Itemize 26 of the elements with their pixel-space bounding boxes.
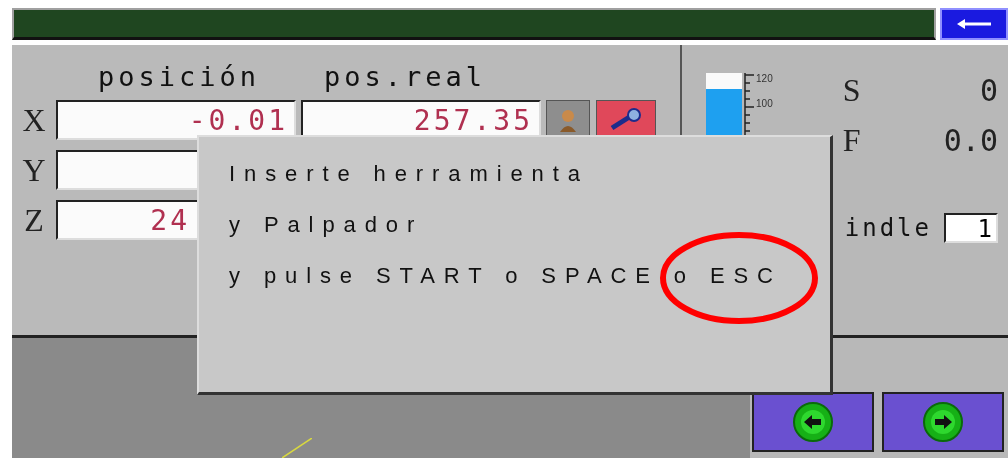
toolpath-line: [282, 438, 312, 458]
dialog-message: y pulse START o SPACE o ESC: [229, 263, 782, 289]
readout-label: F: [842, 121, 861, 159]
axis-label: Z: [23, 201, 45, 239]
spindle-label: indle: [844, 214, 932, 242]
left-arrow-icon: [957, 18, 991, 30]
readout-label: S: [842, 71, 861, 109]
axis-label: X: [21, 101, 47, 139]
axis-label: Y: [21, 151, 47, 189]
readout-value: 0: [979, 72, 998, 108]
wrench-icon: [609, 108, 643, 132]
position-value: -0.01: [188, 103, 288, 137]
person-icon: [557, 108, 579, 132]
previous-button[interactable]: [752, 392, 874, 452]
next-button[interactable]: [882, 392, 1004, 452]
dialog-message: y Palpador: [229, 212, 424, 238]
back-button[interactable]: [940, 8, 1008, 40]
spindle-field[interactable]: 1: [944, 213, 998, 243]
position-value: 24: [150, 203, 190, 237]
real-position-value: 257.35: [413, 103, 533, 137]
gauge-tick-label: 100: [756, 98, 773, 109]
column-heading: pos.real: [324, 61, 487, 94]
column-heading: posición: [98, 61, 261, 94]
dialog-message: Inserte herramienta: [229, 161, 589, 187]
gauge-tick-label: 120: [756, 73, 773, 84]
readout-value: 0.0: [943, 122, 998, 158]
